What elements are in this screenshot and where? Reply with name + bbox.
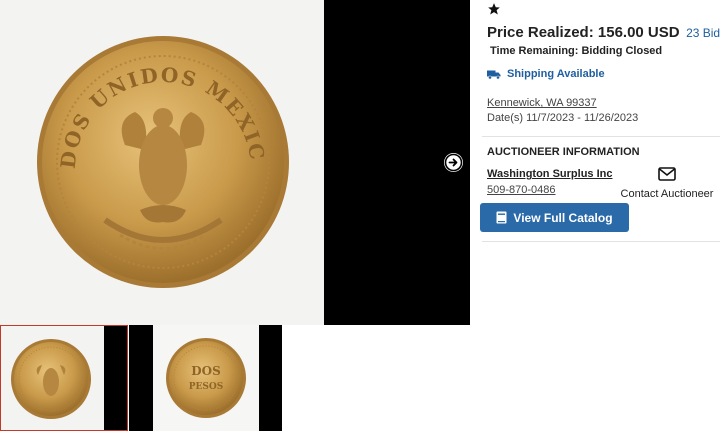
shipping-info: Shipping Available <box>487 68 605 80</box>
next-image-button[interactable] <box>444 153 463 172</box>
price-line: Price Realized: 156.00 USD 23 Bids <box>487 24 720 42</box>
svg-text:PESOS: PESOS <box>189 382 223 392</box>
divider <box>482 241 720 242</box>
star-icon[interactable] <box>487 2 501 16</box>
thumbnail-reverse-image: DOS PESOS <box>153 325 259 431</box>
shipping-available-text: Shipping Available <box>507 68 605 80</box>
location-link[interactable]: Kennewick, WA 99337 <box>487 97 597 109</box>
view-full-catalog-label: View Full Catalog <box>513 210 613 225</box>
arrow-right-circle-icon <box>444 153 463 172</box>
price-realized: Price Realized: 156.00 USD <box>487 24 680 41</box>
thumbnail-reverse[interactable]: DOS PESOS <box>129 325 282 431</box>
svg-text:DOS: DOS <box>191 364 221 378</box>
main-image-viewer[interactable]: ESTADOS UNIDOS MEXICANOS <box>0 0 470 325</box>
view-full-catalog-button[interactable]: View Full Catalog <box>480 203 629 232</box>
coin-photo: ESTADOS UNIDOS MEXICANOS <box>0 0 324 325</box>
contact-auctioneer-label: Contact Auctioneer <box>620 188 714 200</box>
truck-icon <box>487 70 501 79</box>
envelope-icon <box>658 167 676 181</box>
auctioneer-name-link[interactable]: Washington Surplus Inc <box>487 168 612 180</box>
thumbnail-obverse[interactable] <box>0 325 128 431</box>
contact-auctioneer-button[interactable]: Contact Auctioneer <box>617 167 717 200</box>
gold-coin-obverse: ESTADOS UNIDOS MEXICANOS <box>0 0 289 288</box>
bid-count-link[interactable]: 23 Bids <box>686 26 720 40</box>
thumbnail-selected-border <box>0 325 128 431</box>
auctioneer-section-title: AUCTIONEER INFORMATION <box>487 146 640 158</box>
divider <box>482 136 720 137</box>
auction-dates: Date(s) 11/7/2023 - 11/26/2023 <box>487 112 639 124</box>
time-remaining: Time Remaining: Bidding Closed <box>490 45 663 57</box>
book-icon <box>496 211 507 224</box>
lot-details-panel: Price Realized: 156.00 USD 23 Bids Time … <box>480 0 720 431</box>
auctioneer-phone-link[interactable]: 509-870-0486 <box>487 184 556 196</box>
